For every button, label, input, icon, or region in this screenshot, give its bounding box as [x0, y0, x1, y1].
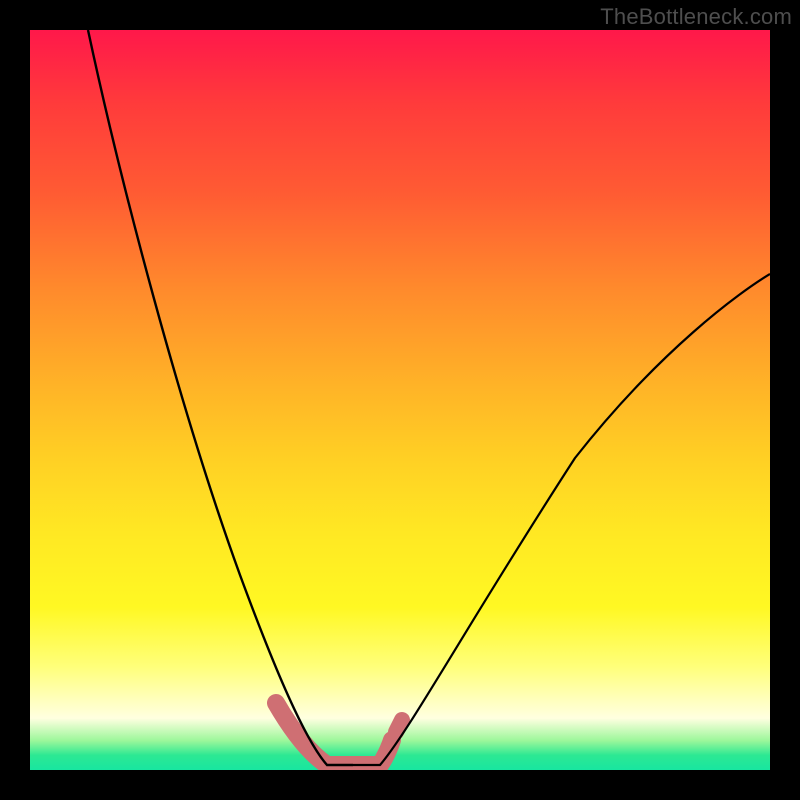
chart-frame: TheBottleneck.com — [0, 0, 800, 800]
bottom-band-path — [276, 703, 392, 765]
left-curve-path — [88, 30, 353, 765]
plot-area — [30, 30, 770, 770]
chart-svg — [30, 30, 770, 770]
watermark-text: TheBottleneck.com — [600, 4, 792, 30]
right-curve-path — [353, 274, 770, 765]
